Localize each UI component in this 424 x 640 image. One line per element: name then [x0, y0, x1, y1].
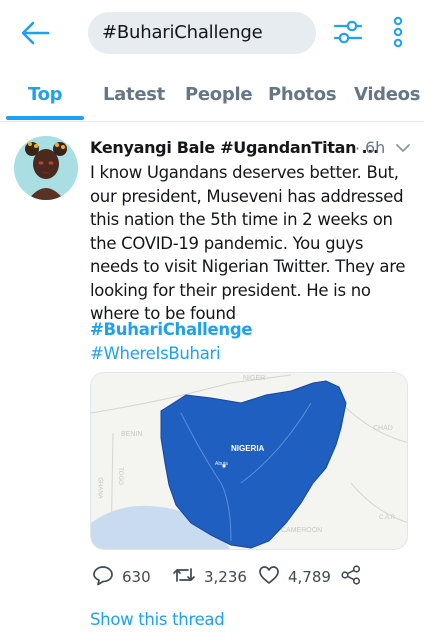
- tab-photos[interactable]: Photos: [268, 84, 337, 105]
- time-separator: ·: [355, 139, 361, 158]
- share-icon: [340, 564, 362, 591]
- hashtag-link[interactable]: #BuhariChallenge: [90, 320, 253, 339]
- map-label-neighbor: GHANA: [96, 477, 103, 499]
- retweet-count: 3,236: [204, 568, 247, 586]
- more-vertical-icon[interactable]: [390, 14, 406, 50]
- back-arrow-icon[interactable]: [18, 18, 52, 48]
- tweet-timestamp: 6h: [365, 138, 386, 157]
- hashtag-link[interactable]: #WhereIsBuhari: [90, 344, 221, 363]
- map-label-neighbor: NIGER: [243, 375, 266, 382]
- heart-icon: [258, 564, 280, 591]
- search-query: #BuhariChallenge: [102, 22, 263, 43]
- tab-top[interactable]: Top: [28, 84, 63, 105]
- chevron-down-icon[interactable]: [394, 140, 412, 156]
- like-button[interactable]: 4,789: [258, 565, 331, 589]
- tweet-author[interactable]: Kenyangi Bale #UgandanTitan ...: [90, 138, 379, 157]
- active-tab-indicator: [6, 116, 84, 120]
- map-label-neighbor: BENIN: [121, 431, 143, 438]
- search-tabs: Top Latest People Photos Videos: [0, 68, 424, 122]
- map-label-capital: Abuja: [215, 461, 228, 467]
- show-thread-link[interactable]: Show this thread: [90, 610, 225, 629]
- map-label-country: NIGERIA: [231, 444, 265, 453]
- reply-count: 630: [122, 568, 151, 586]
- tweet-image[interactable]: NIGERIA Abuja NIGER CHAD BENIN TOGO GHAN…: [90, 372, 408, 550]
- search-input[interactable]: #BuhariChallenge: [88, 12, 316, 54]
- reply-button[interactable]: 630: [92, 565, 151, 589]
- filter-sliders-icon[interactable]: [332, 16, 364, 48]
- share-button[interactable]: [340, 564, 362, 591]
- map-label-neighbor: TOGO: [116, 467, 123, 485]
- avatar[interactable]: [14, 136, 78, 200]
- tab-videos[interactable]: Videos: [354, 84, 420, 105]
- tweet-text: I know Ugandans deserves better. But, ou…: [90, 163, 406, 323]
- like-count: 4,789: [288, 568, 331, 586]
- tab-people[interactable]: People: [185, 84, 253, 105]
- map-label-neighbor: CHAD: [373, 425, 393, 432]
- retweet-icon: [172, 564, 196, 591]
- map-label-neighbor: C.A.R: [379, 515, 396, 521]
- reply-icon: [92, 564, 114, 591]
- retweet-button[interactable]: 3,236: [172, 565, 247, 589]
- map-label-neighbor: CAMEROON: [281, 527, 323, 534]
- tab-latest[interactable]: Latest: [103, 84, 165, 105]
- top-bar: #BuhariChallenge: [0, 0, 424, 68]
